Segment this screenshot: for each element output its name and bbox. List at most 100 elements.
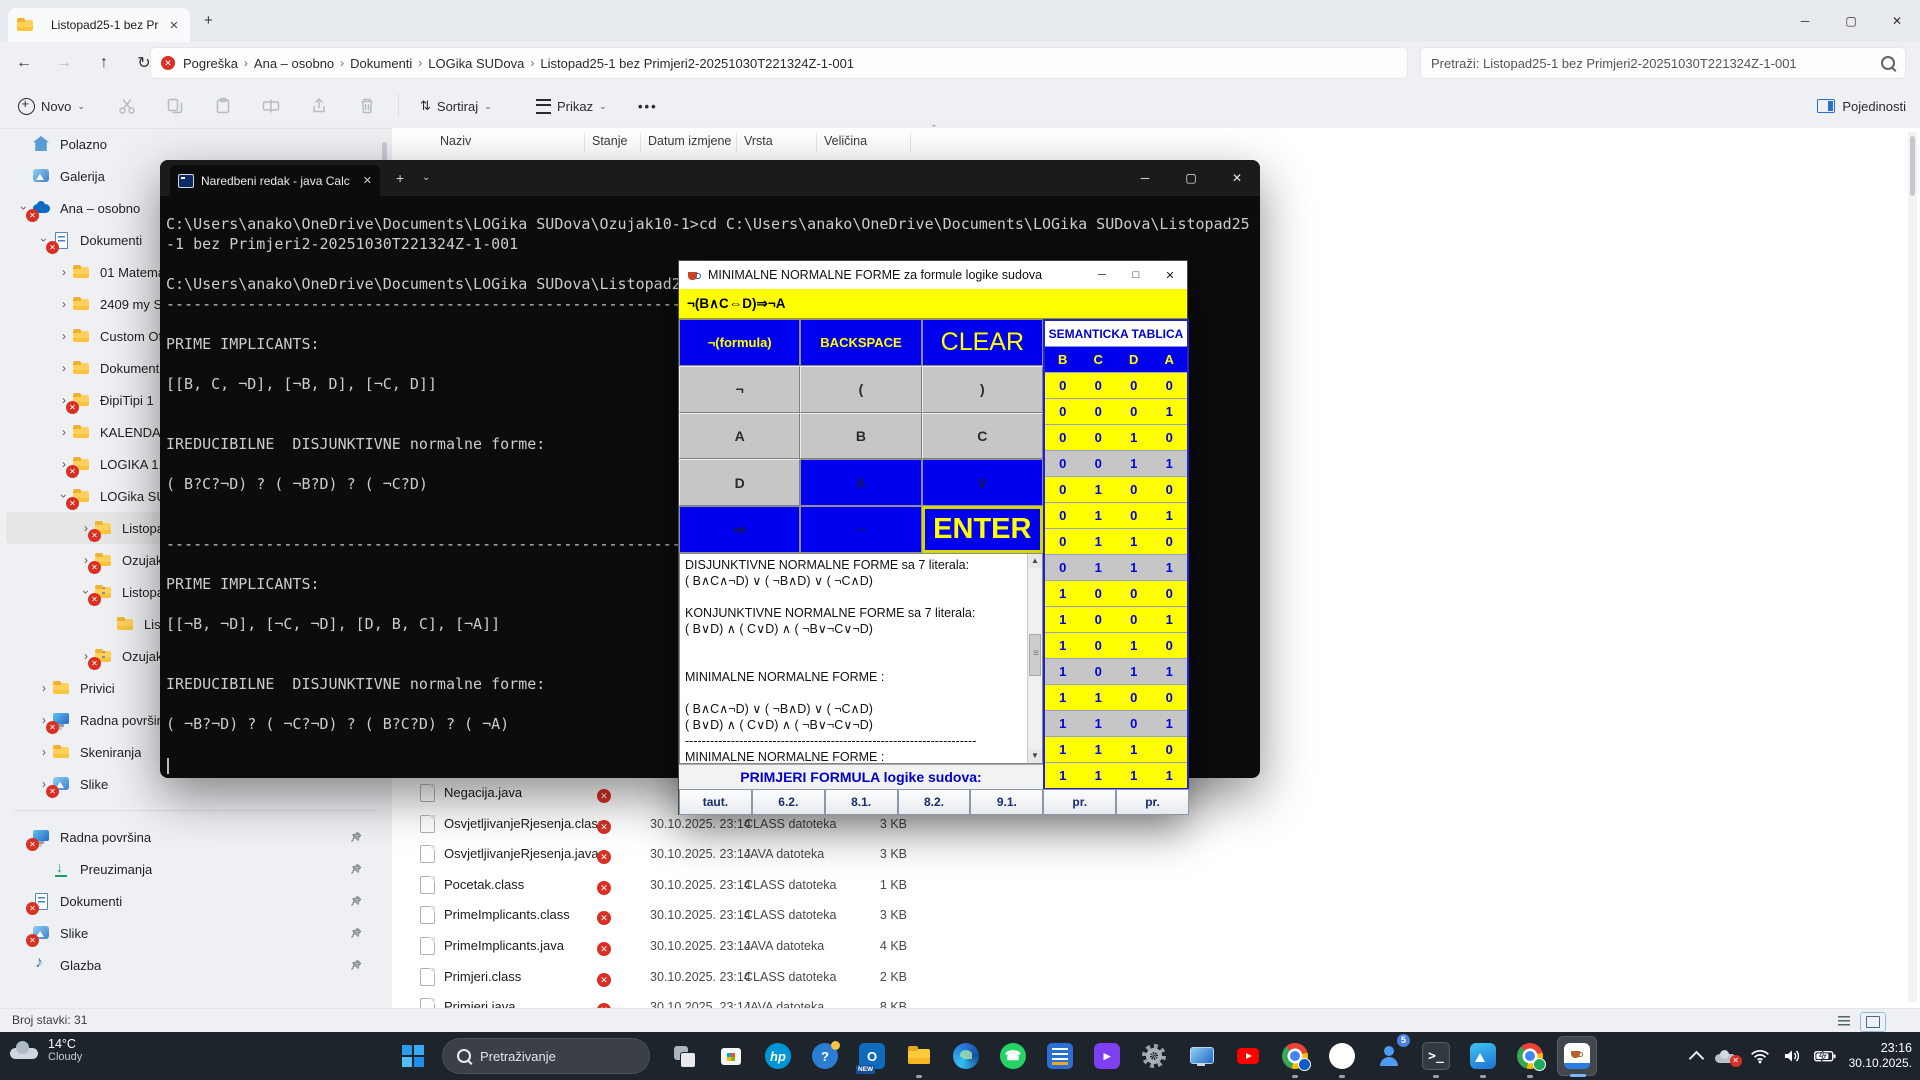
key-implies[interactable]: ⇒ [679,506,800,553]
key-iff[interactable]: ⇔ [800,506,921,553]
more-options-button[interactable]: ••• [630,91,666,121]
chevron-right-icon[interactable]: › [56,297,72,311]
scroll-up-icon[interactable]: ▲ [1028,554,1042,568]
chevron-up-icon[interactable] [1691,1049,1702,1064]
file-row[interactable]: OsvjetljivanjeRjesenja.java ✕ 30.10.2025… [392,839,1912,869]
taskbar-app-button[interactable]: hp [758,1036,798,1076]
terminal-title-bar[interactable]: Naredbeni redak - java Calc ✕ + ⌄ ─ ▢ ✕ [160,160,1260,196]
key-enter[interactable]: ENTER [922,506,1043,553]
calc-close-button[interactable]: ✕ [1153,261,1187,289]
taskbar-app-button[interactable]: ▸ [1087,1036,1127,1076]
chevron-right-icon[interactable]: › [36,745,52,759]
taskbar-app-button[interactable] [946,1036,986,1076]
sidebar-item[interactable]: ✕ Preuzimanja [6,853,386,885]
sidebar-item[interactable]: ✕ Radna površina [6,821,386,853]
key-a[interactable]: A [679,413,800,460]
breadcrumb-item[interactable]: Listopad25-1 bez Primjeri2-20251030T2213… [536,54,858,73]
column-stanje[interactable]: Stanje [592,134,627,148]
column-velicina[interactable]: Veličina [824,134,867,148]
scroll-down-icon[interactable]: ▼ [1028,749,1042,763]
taskbar-app-button[interactable]: >_ [1416,1036,1456,1076]
sidebar-item[interactable]: ✕ Slike [6,917,386,949]
taskbar-app-button[interactable] [1463,1036,1503,1076]
taskbar-search[interactable]: Pretraživanje [442,1038,650,1074]
calc-scrollbar[interactable]: ▲ ▼ [1027,554,1042,763]
file-row[interactable]: Primjeri.java ✕ 30.10.2025. 23:14 JAVA d… [392,992,1912,1008]
formula-input[interactable]: ¬(B∧C⇔D)⇒¬A [679,289,1187,319]
key-clear[interactable]: CLEAR [922,319,1043,366]
explorer-minimize-button[interactable]: ─ [1782,0,1828,42]
column-naziv[interactable]: Naziv [440,134,471,148]
battery-icon[interactable] [1814,1050,1836,1062]
weather-widget[interactable]: 14°C Cloudy [10,1037,82,1063]
onedrive-error-icon[interactable]: ✕ [1715,1050,1737,1063]
file-row[interactable]: Pocetak.class ✕ 30.10.2025. 23:14 CLASS … [392,870,1912,900]
taskbar-app-button[interactable] [664,1036,704,1076]
new-button[interactable]: Novo ⌄ [10,91,93,121]
calc-maximize-button[interactable]: □ [1119,261,1153,289]
breadcrumb-item[interactable]: Dokumenti › [346,54,424,73]
tab-close-icon[interactable]: ✕ [166,19,182,32]
taskbar-app-button[interactable]: ? [805,1036,845,1076]
taskbar-app-button[interactable]: * [1322,1036,1362,1076]
taskbar-app-button[interactable] [1134,1036,1174,1076]
taskbar-app-button[interactable] [711,1036,751,1076]
list-view-toggle[interactable] [1832,1012,1856,1030]
key-c[interactable]: C [922,413,1043,460]
terminal-tab[interactable]: Naredbeni redak - java Calc ✕ [170,165,380,196]
copy-icon[interactable] [166,97,184,115]
breadcrumb-item[interactable]: Pogreška › [179,54,250,73]
key-not[interactable]: ¬ [679,366,800,413]
tab-close-icon[interactable]: ✕ [363,174,372,187]
cut-icon[interactable] [118,97,136,115]
file-pane-scrollbar[interactable] [1908,132,1917,1002]
example-62-button[interactable]: 6.2. [752,789,825,815]
taskbar-app-button[interactable] [1275,1036,1315,1076]
details-pane-button[interactable]: Pojedinosti [1817,91,1906,121]
key-close-paren[interactable]: ) [922,366,1043,413]
volume-icon[interactable] [1783,1048,1801,1064]
example-pr1-button[interactable]: pr. [1043,789,1116,815]
taskbar-app-button[interactable] [1557,1036,1597,1076]
explorer-tab[interactable]: Listopad25-1 bez Primjeri2-20 ✕ [8,8,190,42]
example-91-button[interactable]: 9.1. [970,789,1043,815]
taskbar-app-button[interactable] [1228,1036,1268,1076]
taskbar-app-button[interactable] [1040,1036,1080,1076]
paste-icon[interactable] [214,97,232,115]
chevron-right-icon[interactable]: › [56,329,72,343]
file-row[interactable]: Primjeri.class ✕ 30.10.2025. 23:14 CLASS… [392,962,1912,992]
view-button[interactable]: Prikaz ⌄ [528,91,615,121]
taskbar-app-button[interactable]: ☎ [993,1036,1033,1076]
taskbar-app-button[interactable]: O NEW [852,1036,892,1076]
explorer-close-button[interactable]: ✕ [1874,0,1920,42]
chevron-down-icon[interactable]: ⌄ [422,172,430,183]
breadcrumb-item[interactable]: LOGika SUDova › [424,54,536,73]
back-button[interactable]: ← [8,47,40,79]
sort-button[interactable]: ⇅ Sortiraj ⌄ [412,91,500,121]
wifi-icon[interactable] [1750,1048,1770,1064]
chevron-right-icon[interactable]: › [36,681,52,695]
share-icon[interactable] [310,97,328,115]
key-d[interactable]: D [679,459,800,506]
taskbar-clock[interactable]: 23:16 30.10.2025. [1849,1041,1912,1071]
search-input[interactable]: Pretraži: Listopad25-1 bez Primjeri2-202… [1420,47,1906,79]
calc-title-bar[interactable]: MINIMALNE NORMALNE FORME za formule logi… [679,261,1187,289]
column-datum[interactable]: Datum izmjene [648,134,731,148]
breadcrumb-item[interactable]: Ana – osobno › [250,54,346,73]
forward-button[interactable]: → [48,47,80,79]
terminal-close-button[interactable]: ✕ [1214,160,1260,196]
example-81-button[interactable]: 8.1. [825,789,898,815]
taskbar-app-button[interactable]: 5 [1369,1036,1409,1076]
example-82-button[interactable]: 8.2. [898,789,971,815]
key-b[interactable]: B [800,413,921,460]
start-button[interactable] [402,1045,424,1067]
sidebar-item[interactable]: ✕ Glazba [6,949,386,981]
calc-minimize-button[interactable]: ─ [1085,261,1119,289]
sidebar-item[interactable]: ✕ Polazno [6,128,386,160]
file-row[interactable]: PrimeImplicants.java ✕ 30.10.2025. 23:14… [392,931,1912,961]
new-tab-button[interactable]: + [204,12,213,29]
key-or[interactable]: ∨ [922,459,1043,506]
taskbar-app-button[interactable] [1181,1036,1221,1076]
up-button[interactable]: ↑ [88,47,120,79]
scroll-thumb[interactable] [1029,634,1041,676]
